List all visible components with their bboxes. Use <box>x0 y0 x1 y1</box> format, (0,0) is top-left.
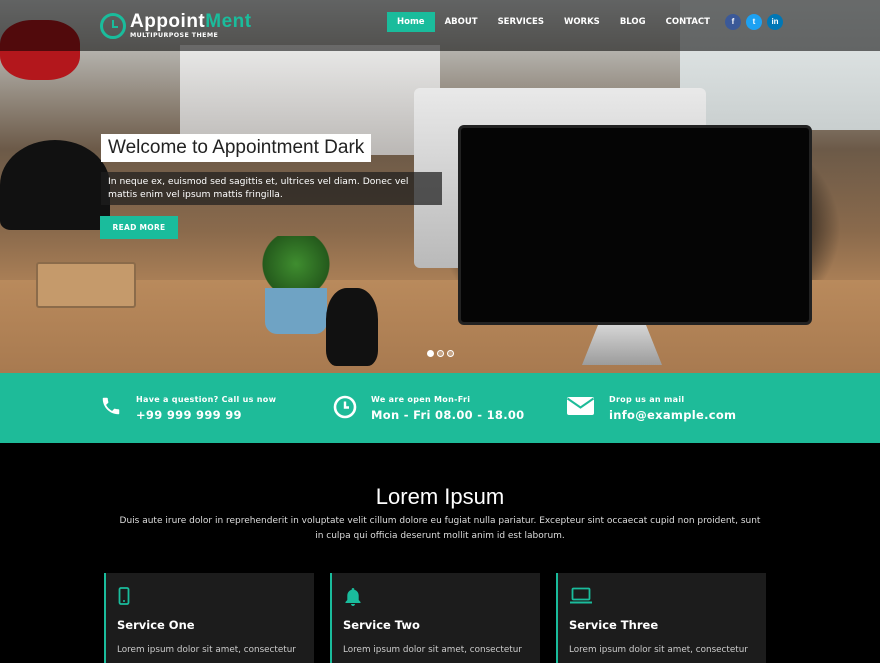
info-phone-value[interactable]: +99 999 999 99 <box>136 408 276 422</box>
contact-info-bar: Have a question? Call us now +99 999 999… <box>0 373 880 443</box>
hero-photo-plant <box>258 236 334 292</box>
site-logo[interactable]: AppointMent MULTIPURPOSE THEME <box>100 12 252 39</box>
linkedin-icon[interactable]: in <box>767 14 783 30</box>
service-text: Lorem ipsum dolor sit amet, consectetur <box>117 645 296 655</box>
bell-icon <box>345 588 361 606</box>
nav-about[interactable]: ABOUT <box>435 12 488 32</box>
slider-dot[interactable] <box>437 350 444 357</box>
nav-works[interactable]: WORKS <box>554 12 610 32</box>
service-card[interactable]: Service Two Lorem ipsum dolor sit amet, … <box>330 573 540 663</box>
social-links: f t in <box>725 14 783 30</box>
service-title: Service One <box>117 618 195 632</box>
info-mail-value[interactable]: info@example.com <box>609 408 736 422</box>
hero-photo-monitor <box>458 125 812 325</box>
slider-dot[interactable] <box>427 350 434 357</box>
service-card[interactable]: Service One Lorem ipsum dolor sit amet, … <box>104 573 314 663</box>
laptop-icon <box>570 587 592 604</box>
info-phone: Have a question? Call us now +99 999 999… <box>100 395 276 422</box>
info-hours-value: Mon - Fri 08.00 - 18.00 <box>371 408 525 422</box>
nav-contact[interactable]: CONTACT <box>656 12 720 32</box>
hero-description: In neque ex, euismod sed sagittis et, ul… <box>101 172 442 205</box>
read-more-button[interactable]: READ MORE <box>100 216 178 239</box>
info-hours: We are open Mon-Fri Mon - Fri 08.00 - 18… <box>333 395 524 422</box>
nav-home[interactable]: Home <box>387 12 435 32</box>
info-hours-label: We are open Mon-Fri <box>371 395 471 404</box>
hero-photo-radio <box>36 262 136 308</box>
envelope-icon <box>566 397 595 415</box>
twitter-icon[interactable]: t <box>746 14 762 30</box>
hero-photo-pot <box>265 288 327 334</box>
service-card[interactable]: Service Three Lorem ipsum dolor sit amet… <box>556 573 766 663</box>
service-text: Lorem ipsum dolor sit amet, consectetur <box>343 645 522 655</box>
clock-icon <box>333 395 357 419</box>
section-description: Duis aute irure dolor in reprehenderit i… <box>119 516 761 541</box>
hero-slider: Welcome to Appointment Dark In neque ex,… <box>0 0 880 373</box>
logo-title-green: Ment <box>205 11 252 32</box>
slider-pagination <box>427 350 454 357</box>
hero-photo-black-lamp <box>0 140 110 230</box>
logo-tagline: MULTIPURPOSE THEME <box>130 32 219 39</box>
main-navigation: Home ABOUT SERVICES WORKS BLOG CONTACT <box>387 12 720 32</box>
service-title: Service Two <box>343 618 420 632</box>
phone-icon <box>102 397 120 415</box>
service-title: Service Three <box>569 618 659 632</box>
hero-photo-lucky-cat <box>326 288 378 366</box>
logo-title: AppointMent <box>130 12 252 31</box>
facebook-icon[interactable]: f <box>725 14 741 30</box>
mobile-icon <box>118 587 130 605</box>
nav-services[interactable]: SERVICES <box>488 12 554 32</box>
clock-logo-icon <box>100 12 126 39</box>
nav-blog[interactable]: BLOG <box>610 12 656 32</box>
section-title: Lorem Ipsum <box>375 484 505 509</box>
info-mail: Drop us an mail info@example.com <box>566 395 736 422</box>
service-text: Lorem ipsum dolor sit amet, consectetur <box>569 645 748 655</box>
info-phone-label: Have a question? Call us now <box>136 395 277 404</box>
info-mail-label: Drop us an mail <box>609 395 685 404</box>
slider-dot[interactable] <box>447 350 454 357</box>
logo-title-white: Appoint <box>130 11 206 32</box>
hero-title: Welcome to Appointment Dark <box>101 134 372 162</box>
